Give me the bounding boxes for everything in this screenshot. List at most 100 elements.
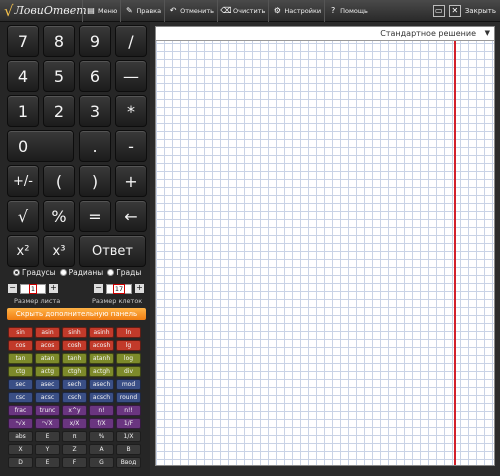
function-key[interactable]: Ввод [116, 457, 141, 468]
key-3[interactable]: 3 [79, 95, 111, 127]
key-1[interactable]: 1 [7, 95, 39, 127]
function-key[interactable]: D [8, 457, 33, 468]
function-key[interactable]: 1/X [116, 431, 141, 442]
function-key[interactable]: sin [8, 327, 33, 338]
key-multiply[interactable]: * [115, 95, 147, 127]
function-key[interactable]: Y [35, 444, 60, 455]
cell-size-decrease[interactable]: − [94, 284, 103, 293]
function-key[interactable]: mod [116, 379, 141, 390]
key-minus[interactable]: - [115, 130, 147, 162]
radio-radians[interactable]: Радианы [59, 268, 103, 277]
key-percent[interactable]: % [43, 200, 75, 232]
key-square[interactable]: x² [7, 235, 39, 267]
menu-button[interactable]: ▤ Меню [82, 0, 120, 22]
help-button[interactable]: ? Помощь [324, 0, 371, 22]
function-key[interactable]: acsc [35, 392, 60, 403]
edit-button[interactable]: ✎ Правка [120, 0, 164, 22]
function-key[interactable]: log [116, 353, 141, 364]
function-key[interactable]: n! [89, 405, 114, 416]
function-key[interactable]: actg [35, 366, 60, 377]
function-key[interactable]: atanh [89, 353, 114, 364]
function-key[interactable]: x/X [62, 418, 87, 429]
function-key[interactable]: f/X [89, 418, 114, 429]
clear-button[interactable]: ⌫ Очистить [217, 0, 268, 22]
hide-panel-button[interactable]: Скрыть дополнительную панель [7, 308, 146, 320]
settings-button[interactable]: ⚙ Настройки [268, 0, 324, 22]
function-key[interactable]: acsch [89, 392, 114, 403]
function-key[interactable]: abs [8, 431, 33, 442]
function-key[interactable]: ctgh [62, 366, 87, 377]
function-key[interactable]: cos [8, 340, 33, 351]
key-dash[interactable]: — [115, 60, 147, 92]
function-key[interactable]: n!! [116, 405, 141, 416]
key-divide[interactable]: / [115, 25, 147, 57]
key-8[interactable]: 8 [43, 25, 75, 57]
function-key[interactable]: F [62, 457, 87, 468]
key-sqrt[interactable]: √ [7, 200, 39, 232]
function-key[interactable]: acosh [89, 340, 114, 351]
answer-button[interactable]: Ответ [79, 235, 146, 267]
function-key[interactable]: lg [116, 340, 141, 351]
function-key[interactable]: ⁿ√x [8, 418, 33, 429]
function-key[interactable]: x^y [62, 405, 87, 416]
close-button[interactable]: Закрыть [465, 7, 496, 15]
function-key[interactable]: asec [35, 379, 60, 390]
key-plus-minus[interactable]: +/- [7, 165, 39, 197]
function-key[interactable]: div [116, 366, 141, 377]
key-plus[interactable]: + [115, 165, 147, 197]
key-backspace[interactable]: ← [115, 200, 147, 232]
key-open-paren[interactable]: ( [43, 165, 75, 197]
function-key[interactable]: trunc [35, 405, 60, 416]
radio-degrees[interactable]: Градусы [13, 268, 56, 277]
function-key[interactable]: % [89, 431, 114, 442]
function-key[interactable]: frac [8, 405, 33, 416]
function-key[interactable]: csc [8, 392, 33, 403]
key-5[interactable]: 5 [43, 60, 75, 92]
function-key[interactable]: cosh [62, 340, 87, 351]
key-cube[interactable]: x³ [43, 235, 75, 267]
function-key[interactable]: E [35, 431, 60, 442]
function-key[interactable]: ln [116, 327, 141, 338]
function-key[interactable]: A [89, 444, 114, 455]
function-key[interactable]: G [89, 457, 114, 468]
notebook-area[interactable]: Стандартное решение ▼ [155, 26, 495, 466]
function-key[interactable]: acos [35, 340, 60, 351]
key-close-paren[interactable]: ) [79, 165, 111, 197]
function-key[interactable]: tanh [62, 353, 87, 364]
key-6[interactable]: 6 [79, 60, 111, 92]
minimize-button[interactable]: ▭ [432, 4, 445, 17]
cell-size-increase[interactable]: + [135, 284, 144, 293]
function-key[interactable]: asin [35, 327, 60, 338]
close-icon[interactable]: ✕ [448, 4, 461, 17]
solution-dropdown[interactable]: Стандартное решение ▼ [156, 27, 494, 41]
function-key[interactable]: ⁿ√X [35, 418, 60, 429]
sheet-size-decrease[interactable]: − [8, 284, 17, 293]
function-key[interactable]: atan [35, 353, 60, 364]
function-key[interactable]: X [8, 444, 33, 455]
function-key[interactable]: sech [62, 379, 87, 390]
function-key[interactable]: π [62, 431, 87, 442]
function-key[interactable]: asinh [89, 327, 114, 338]
key-2[interactable]: 2 [43, 95, 75, 127]
function-key[interactable]: asech [89, 379, 114, 390]
function-key[interactable]: 1/F [116, 418, 141, 429]
key-0[interactable]: 0 [7, 130, 74, 162]
function-key[interactable]: sinh [62, 327, 87, 338]
function-key[interactable]: Z [62, 444, 87, 455]
function-key[interactable]: B [116, 444, 141, 455]
key-4[interactable]: 4 [7, 60, 39, 92]
sheet-size-increase[interactable]: + [49, 284, 58, 293]
key-equals[interactable]: = [79, 200, 111, 232]
function-key[interactable]: sec [8, 379, 33, 390]
undo-button[interactable]: ↶ Отменить [164, 0, 217, 22]
function-key[interactable]: actgh [89, 366, 114, 377]
key-9[interactable]: 9 [79, 25, 111, 57]
function-key[interactable]: round [116, 392, 141, 403]
function-key[interactable]: csch [62, 392, 87, 403]
function-key[interactable]: tan [8, 353, 33, 364]
key-7[interactable]: 7 [7, 25, 39, 57]
function-key[interactable]: E [35, 457, 60, 468]
radio-grads[interactable]: Грады [107, 268, 141, 277]
function-key[interactable]: ctg [8, 366, 33, 377]
key-dot[interactable]: . [79, 130, 111, 162]
